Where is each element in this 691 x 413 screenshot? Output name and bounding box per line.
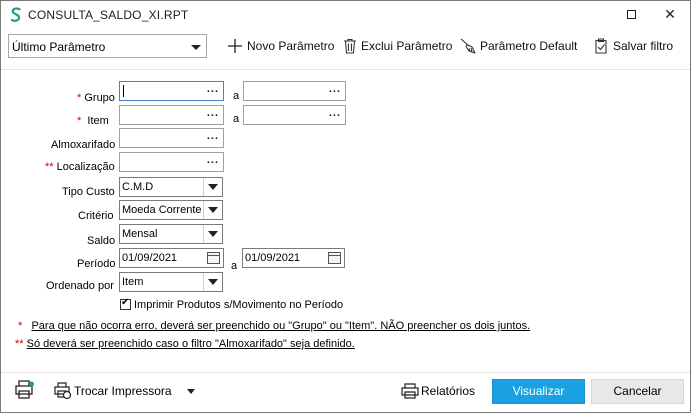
periodo-from-input[interactable]: 01/09/2021 (119, 248, 224, 268)
tipo-custo-value: C.M.D (122, 181, 154, 193)
chevron-down-icon (191, 45, 201, 50)
s-logo-icon (10, 7, 21, 22)
broom-icon (460, 38, 476, 54)
note-grupo-item: * Para que não ocorra erro, deverá ser p… (18, 320, 530, 332)
default-parameter-button[interactable]: Parâmetro Default (460, 37, 585, 57)
printer-gear-icon (54, 382, 72, 400)
printer-settings-icon[interactable] (14, 380, 36, 400)
localizacao-input[interactable]: ... (119, 152, 224, 172)
save-filter-button[interactable]: Salvar filtro (593, 37, 683, 57)
text-caret (123, 85, 124, 97)
grupo-range-separator: a (233, 90, 240, 102)
periodo-range-separator: a (231, 260, 238, 272)
item-to-input[interactable]: ... (243, 105, 346, 125)
toolbar-divider (1, 69, 690, 70)
grupo-required-marker: * (77, 92, 82, 104)
tipo-custo-label: Tipo Custo (62, 186, 115, 198)
note-text: Só deverá ser preenchido caso o filtro "… (26, 338, 355, 350)
visualize-button[interactable]: Visualizar (492, 379, 585, 404)
note-marker: * (18, 320, 23, 332)
saldo-value: Mensal (122, 228, 158, 240)
criterio-select[interactable]: Moeda Corrente (119, 200, 223, 220)
saldo-dropdown-button[interactable] (203, 225, 222, 243)
restore-window-icon (627, 10, 636, 19)
ordenado-por-dropdown-button[interactable] (203, 273, 222, 291)
grupo-label-text: Grupo (84, 92, 115, 104)
almoxarifado-lookup-button[interactable]: ... (207, 130, 219, 142)
change-printer-button[interactable]: Trocar Impressora (52, 380, 202, 402)
calendar-icon[interactable] (207, 252, 220, 264)
saldo-label: Saldo (87, 235, 116, 247)
item-from-lookup-button[interactable]: ... (207, 107, 219, 119)
ordenado-por-select[interactable]: Item (119, 272, 223, 292)
ordenado-por-value: Item (122, 276, 144, 288)
parameter-select[interactable]: Último Parâmetro (8, 34, 207, 58)
grupo-to-input[interactable]: ... (243, 81, 346, 101)
cancel-button[interactable]: Cancelar (591, 379, 684, 404)
item-range-separator: a (233, 113, 240, 125)
grupo-label: * Grupo (77, 92, 115, 104)
calendar-icon[interactable] (328, 252, 341, 264)
tipo-custo-select[interactable]: C.M.D (119, 177, 223, 197)
item-to-lookup-button[interactable]: ... (329, 107, 341, 119)
criterio-dropdown-button[interactable] (203, 201, 222, 219)
almoxarifado-label: Almoxarifado (51, 139, 116, 151)
new-parameter-button[interactable]: Novo Parâmetro (227, 37, 337, 57)
printer-icon (401, 383, 419, 399)
saldo-select[interactable]: Mensal (119, 224, 223, 244)
item-required-marker: * (77, 115, 82, 127)
chevron-down-icon (208, 184, 218, 190)
criterio-label: Critério (78, 210, 114, 222)
grupo-from-input[interactable]: ... (119, 81, 224, 101)
almoxarifado-input[interactable]: ... (119, 128, 224, 148)
item-from-input[interactable]: ... (119, 105, 224, 125)
chevron-down-icon (208, 279, 218, 285)
tipo-custo-dropdown-button[interactable] (203, 178, 222, 196)
trash-icon (344, 38, 356, 54)
chevron-down-icon (187, 389, 195, 394)
print-no-movement-label: Imprimir Produtos s/Movimento no Período (134, 299, 344, 311)
periodo-to-input[interactable]: 01/09/2021 (242, 248, 345, 268)
delete-parameter-label: Exclui Parâmetro (361, 39, 453, 53)
localizacao-label: ** Localização (45, 161, 115, 173)
periodo-to-value: 01/09/2021 (245, 252, 301, 264)
restore-button[interactable] (610, 1, 650, 29)
window-title: CONSULTA_SALDO_XI.RPT (28, 8, 189, 22)
clipboard-check-icon (595, 38, 607, 54)
localizacao-required-marker: ** (45, 161, 54, 173)
report-window: CONSULTA_SALDO_XI.RPT ✕ Último Parâmetro… (0, 0, 691, 413)
item-label-text: Item (87, 115, 109, 127)
title-bar: CONSULTA_SALDO_XI.RPT ✕ (1, 1, 690, 29)
ordenado-por-label: Ordenado por (46, 280, 114, 292)
close-icon: ✕ (664, 6, 676, 22)
grupo-from-lookup-button[interactable]: ... (207, 83, 219, 95)
delete-parameter-button[interactable]: Exclui Parâmetro (343, 37, 458, 57)
localizacao-lookup-button[interactable]: ... (207, 154, 219, 166)
new-parameter-label: Novo Parâmetro (247, 39, 335, 53)
periodo-from-value: 01/09/2021 (122, 252, 178, 264)
plus-icon (228, 39, 242, 53)
note-marker: ** (15, 338, 24, 350)
localizacao-label-text: Localização (56, 161, 115, 173)
note-text: Para que não ocorra erro, deverá ser pre… (31, 320, 531, 332)
chevron-down-icon (208, 231, 218, 237)
default-parameter-label: Parâmetro Default (480, 39, 578, 53)
chevron-down-icon (208, 207, 218, 213)
parameter-select-value: Último Parâmetro (12, 40, 106, 54)
print-no-movement-checkbox[interactable] (120, 297, 131, 310)
close-button[interactable]: ✕ (650, 1, 690, 29)
save-filter-label: Salvar filtro (613, 39, 674, 53)
reports-button[interactable]: Relatórios (399, 380, 484, 402)
change-printer-label: Trocar Impressora (74, 384, 172, 398)
grupo-to-lookup-button[interactable]: ... (329, 83, 341, 95)
footer-divider (1, 372, 690, 373)
reports-label: Relatórios (421, 384, 476, 398)
note-localizacao: ** Só deverá ser preenchido caso o filtr… (15, 338, 355, 350)
periodo-label: Período (77, 258, 116, 270)
criterio-value: Moeda Corrente (122, 204, 202, 216)
item-label: * Item (77, 115, 109, 127)
